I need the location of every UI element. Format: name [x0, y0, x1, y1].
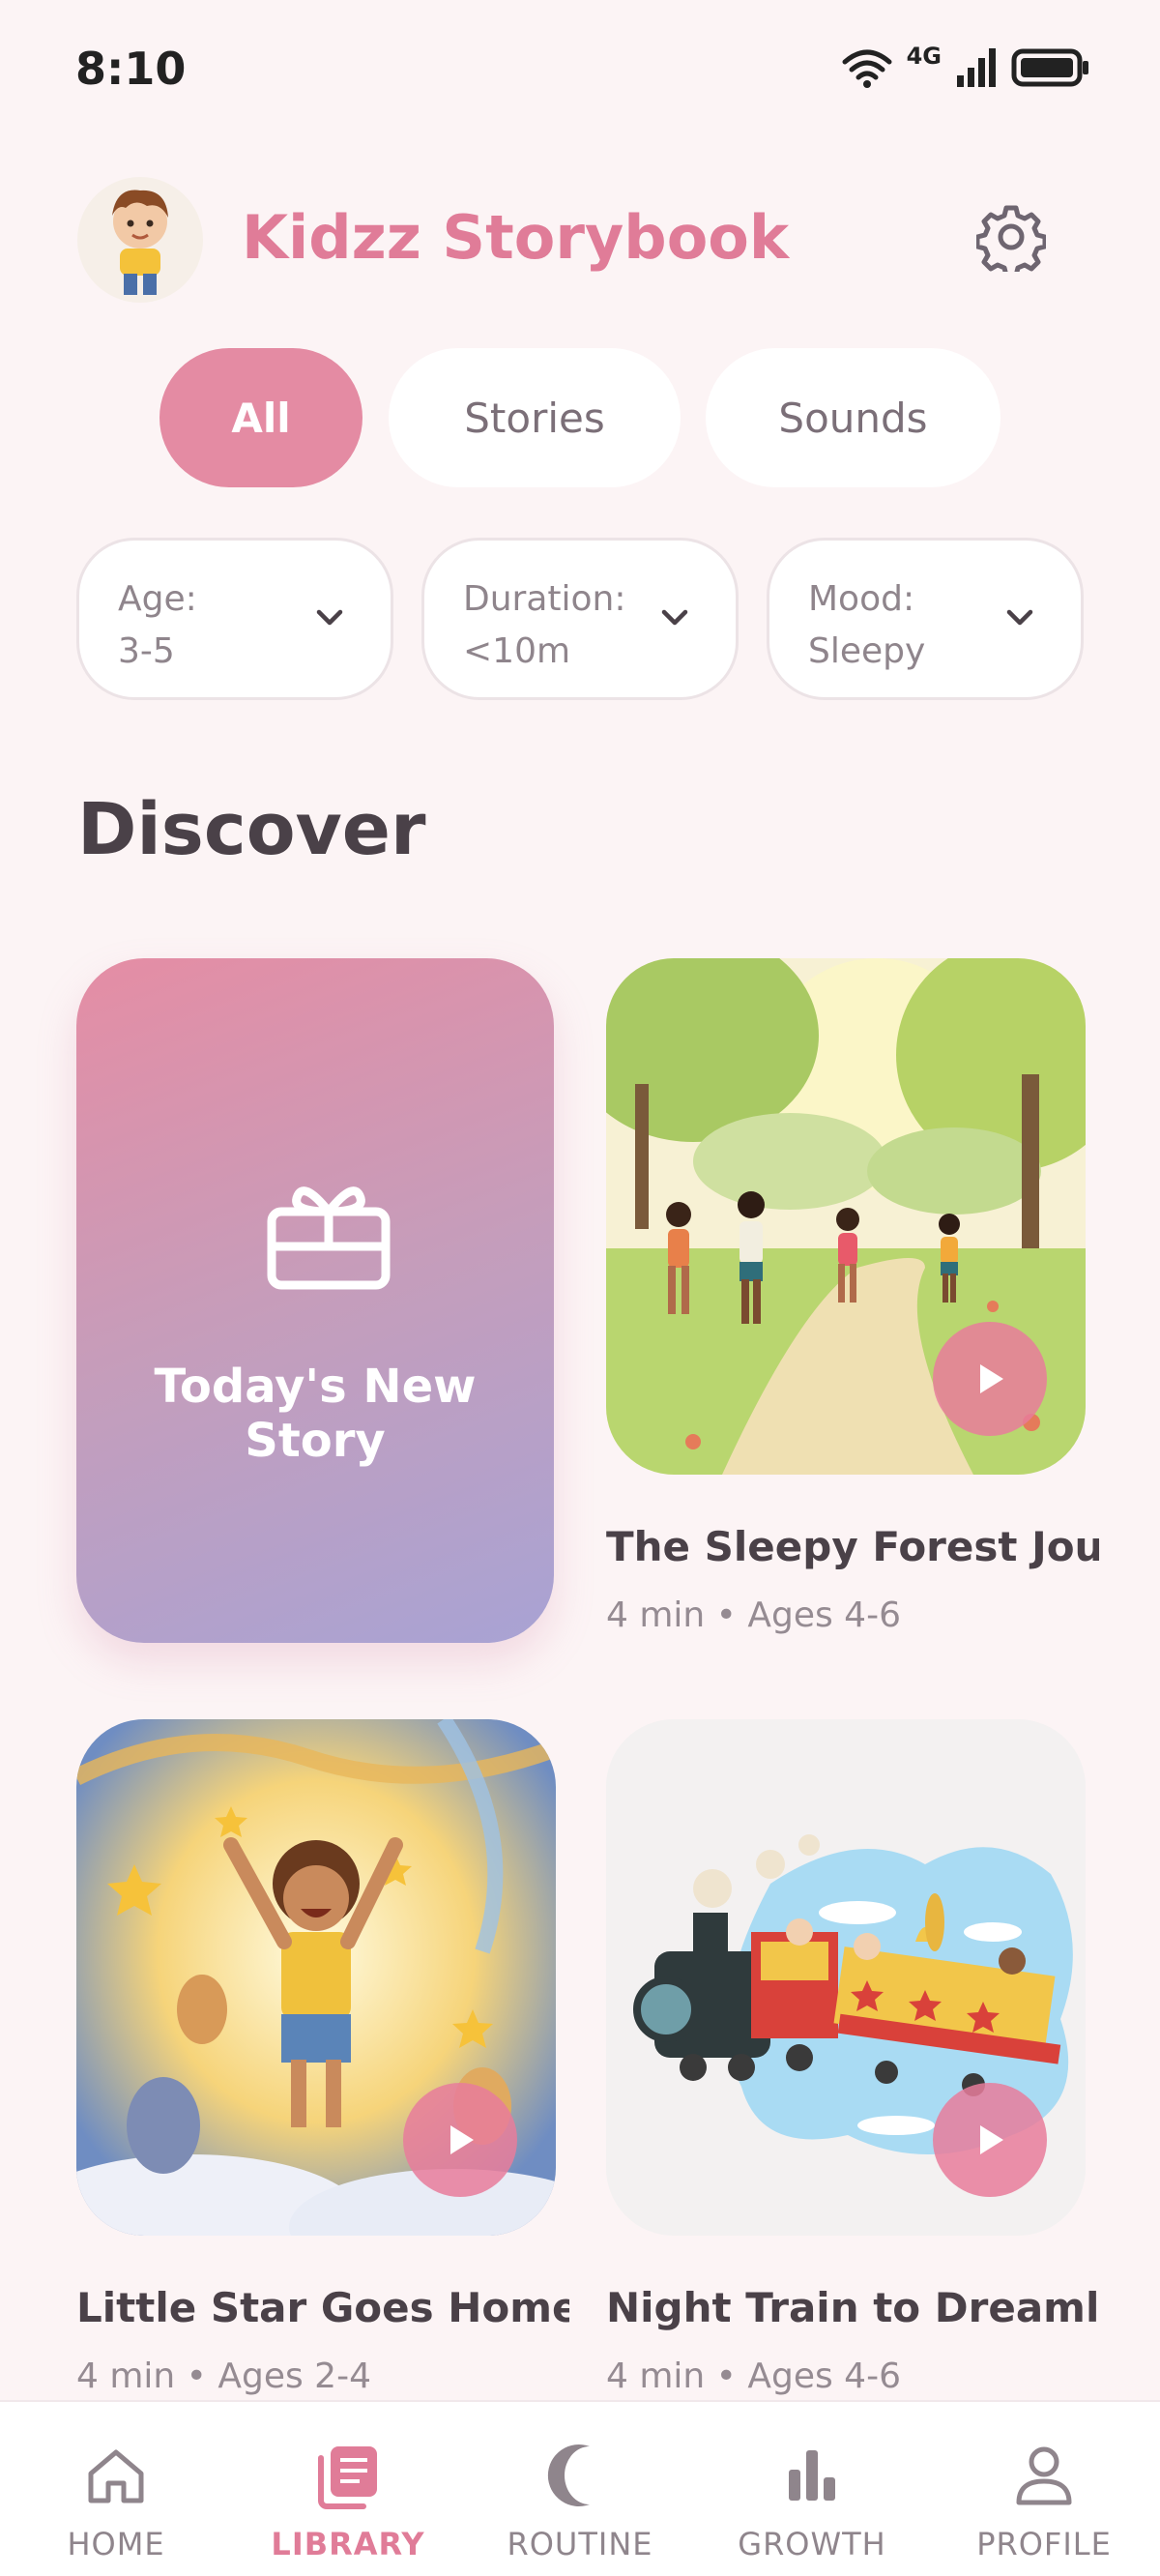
story-card-sleepy-forest[interactable] — [606, 958, 1086, 1475]
settings-button[interactable] — [974, 202, 1048, 278]
nav-profile-label: PROFILE — [976, 2526, 1112, 2562]
story-meta: 4 min • Ages 4-6 — [606, 2356, 901, 2396]
story-card-night-train[interactable] — [606, 1719, 1086, 2236]
mood-filter-dropdown[interactable]: Mood: Sleepy — [767, 538, 1084, 700]
age-filter-dropdown[interactable]: Age: 3-5 — [76, 538, 393, 700]
nav-library[interactable]: LIBRARY — [232, 2402, 464, 2576]
tab-all[interactable]: All — [160, 348, 362, 487]
play-button[interactable] — [933, 2083, 1047, 2197]
discover-title: Discover — [77, 788, 426, 871]
bottom-nav: HOME LIBRARY ROUTINE GROWTH PROFILE — [0, 2400, 1160, 2576]
duration-filter-dropdown[interactable]: Duration: <10m — [421, 538, 739, 700]
story-title[interactable]: Night Train to Dreaml... — [606, 2284, 1099, 2331]
play-button[interactable] — [403, 2083, 517, 2197]
chevron-down-icon — [316, 609, 343, 626]
avatar[interactable] — [77, 177, 203, 303]
play-button[interactable] — [933, 1322, 1047, 1436]
moon-icon — [547, 2444, 590, 2506]
app-title: Kidzz Storybook — [242, 202, 790, 273]
story-title[interactable]: The Sleepy Forest Jou... — [606, 1523, 1099, 1570]
signal-icon — [957, 48, 996, 87]
filters: Age: 3-5 Duration: <10m Mood: Sleepy — [0, 538, 1160, 702]
tab-sounds[interactable]: Sounds — [706, 348, 1000, 487]
story-meta: 4 min • Ages 4-6 — [606, 1595, 901, 1635]
library-icon — [318, 2446, 377, 2509]
story-card-little-star[interactable] — [76, 1719, 556, 2236]
nav-home[interactable]: HOME — [0, 2402, 232, 2576]
play-icon — [980, 2125, 1003, 2154]
story-title[interactable]: Little Star Goes Home — [76, 2284, 569, 2331]
nav-home-label: HOME — [67, 2526, 165, 2562]
nav-library-label: LIBRARY — [271, 2526, 425, 2562]
boy-avatar-icon — [112, 190, 168, 295]
status-time: 8:10 — [75, 43, 187, 95]
battery-icon — [1011, 48, 1088, 87]
story-meta: 4 min • Ages 2-4 — [76, 2356, 371, 2396]
nav-growth[interactable]: GROWTH — [696, 2402, 928, 2576]
duration-filter-label: Duration: <10m — [463, 579, 626, 671]
bar-chart-icon — [789, 2450, 835, 2501]
chevron-down-icon — [1006, 609, 1033, 626]
person-icon — [1016, 2446, 1072, 2505]
chevron-down-icon — [661, 609, 688, 626]
app-header: Kidzz Storybook — [0, 169, 1160, 305]
mood-filter-label: Mood: Sleepy — [808, 579, 926, 671]
play-icon — [450, 2125, 474, 2154]
todays-new-story-card[interactable]: Today's New Story — [76, 958, 554, 1643]
age-filter-label: Age: 3-5 — [118, 579, 197, 671]
nav-growth-label: GROWTH — [738, 2526, 886, 2562]
wifi-icon — [842, 49, 892, 88]
tab-stories[interactable]: Stories — [389, 348, 681, 487]
gift-icon — [267, 1186, 391, 1290]
status-bar: 8:10 4G — [0, 0, 1160, 145]
gear-icon — [974, 205, 1048, 278]
nav-routine-label: ROUTINE — [507, 2526, 653, 2562]
nav-routine[interactable]: ROUTINE — [464, 2402, 696, 2576]
nav-profile[interactable]: PROFILE — [928, 2402, 1160, 2576]
featured-label: Today's New Story — [154, 1360, 477, 1468]
play-icon — [980, 1364, 1003, 1393]
network-type: 4G — [906, 43, 942, 70]
status-icons: 4G — [841, 43, 1090, 89]
category-tabs: All Stories Sounds — [0, 348, 1160, 487]
home-icon — [88, 2449, 144, 2503]
